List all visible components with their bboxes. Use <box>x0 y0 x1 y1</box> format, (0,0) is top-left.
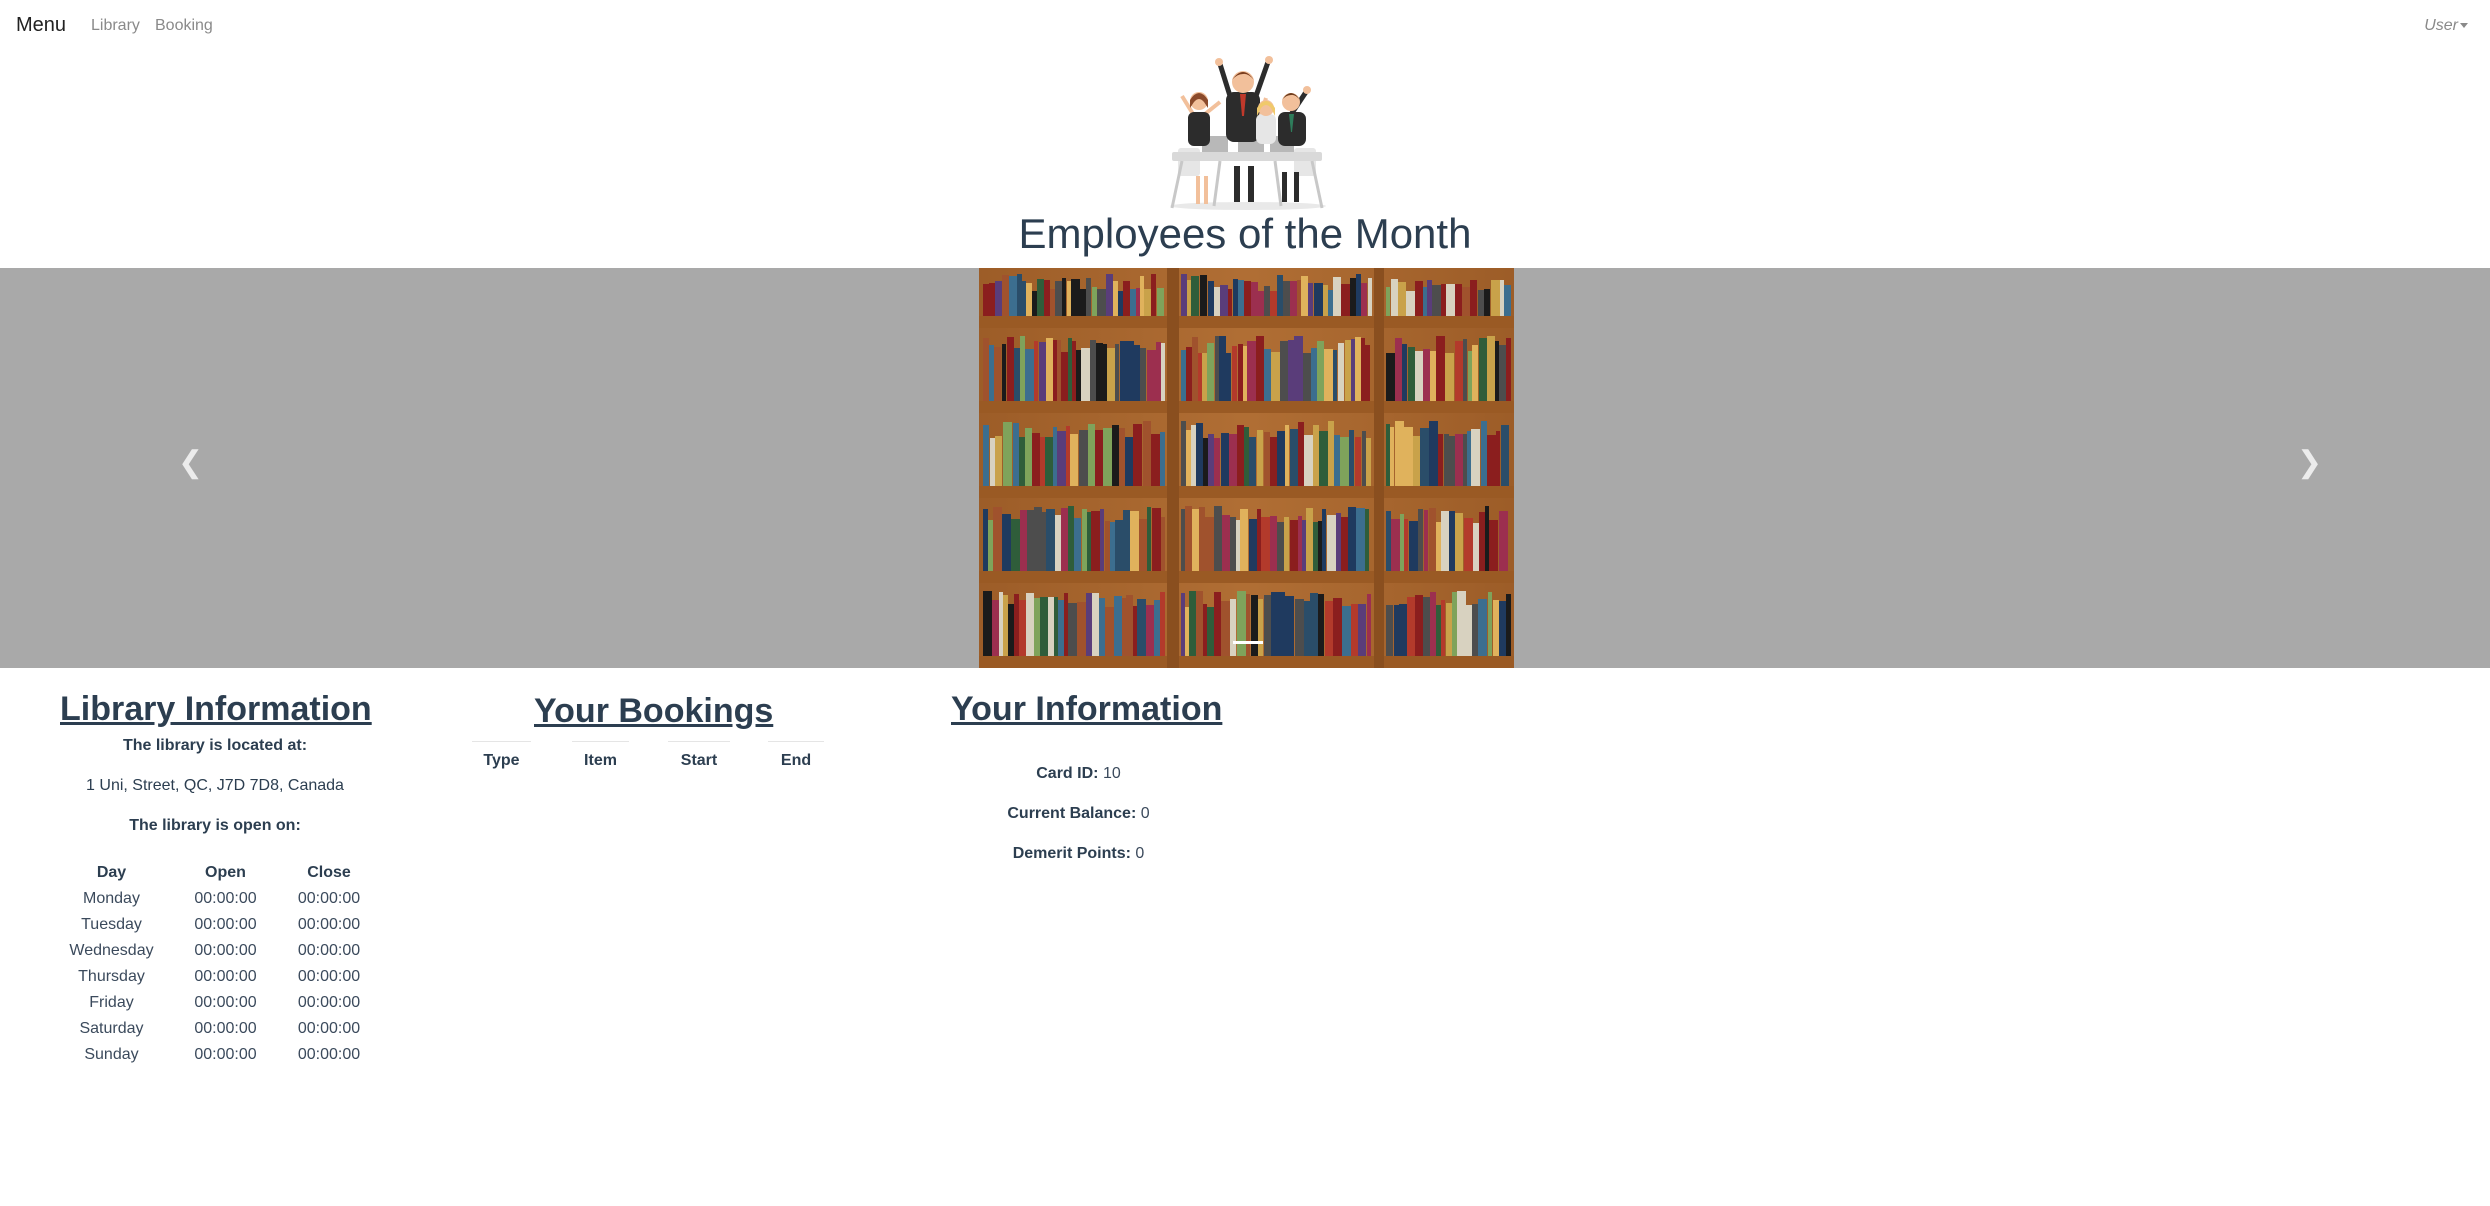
divider <box>768 741 824 742</box>
chevron-left-icon: ❮ <box>178 446 204 479</box>
caret-down-icon <box>2460 23 2468 29</box>
day-cell: Saturday <box>79 1020 144 1037</box>
card-id-value: 10 <box>1102 765 1121 782</box>
library-information-title: Library Information <box>60 690 372 728</box>
your-bookings-title: Your Bookings <box>534 692 774 730</box>
card-id-row: Card ID: 10 <box>951 765 1206 783</box>
your-information-title: Your Information <box>951 690 1223 728</box>
nav-link-booking[interactable]: Booking <box>155 17 213 35</box>
library-address: 1 Uni, Street, QC, J7D 7D8, Canada <box>86 777 344 794</box>
location-label: The library is located at: <box>122 737 308 754</box>
divider <box>572 741 629 742</box>
user-dropdown-label: User <box>2424 17 2458 34</box>
day-cell: Thursday <box>78 968 145 985</box>
table-row: Friday 00:00:00 00:00:00 <box>66 990 364 1016</box>
close-cell: 00:00:00 <box>297 1046 361 1063</box>
divider <box>472 741 531 742</box>
opening-label: The library is open on: <box>129 817 301 834</box>
open-cell: 00:00:00 <box>194 1046 257 1063</box>
close-cell: 00:00:00 <box>297 916 361 933</box>
user-dropdown[interactable]: User <box>2424 17 2468 35</box>
close-cell: 00:00:00 <box>297 1020 361 1037</box>
current-balance-label: Current Balance: <box>1007 805 1137 822</box>
close-cell: 00:00:00 <box>297 968 361 985</box>
day-cell: Tuesday <box>81 916 142 933</box>
close-cell: 00:00:00 <box>297 942 361 959</box>
day-cell: Wednesday <box>69 942 154 959</box>
library-information-section: Library Information The library is locat… <box>60 690 372 835</box>
table-row: Saturday 00:00:00 00:00:00 <box>66 1016 364 1042</box>
open-cell: 00:00:00 <box>194 890 257 907</box>
column-header-close: Close <box>307 864 351 881</box>
column-header-item: Item <box>584 752 617 769</box>
nav-link-library[interactable]: Library <box>91 17 140 35</box>
carousel-prev-button[interactable]: ❮ <box>178 448 203 478</box>
carousel-indicator[interactable] <box>1233 641 1263 644</box>
page-title: Employees of the Month <box>1018 210 1472 257</box>
table-row: Monday 00:00:00 00:00:00 <box>66 886 364 912</box>
celebrating-employees-illustration <box>1170 56 1326 210</box>
open-cell: 00:00:00 <box>194 942 257 959</box>
day-cell: Sunday <box>84 1046 139 1063</box>
image-carousel: ❮ ❯ <box>0 268 2490 668</box>
table-row: Wednesday 00:00:00 00:00:00 <box>66 938 364 964</box>
chevron-right-icon: ❯ <box>2297 446 2323 479</box>
table-row: Tuesday 00:00:00 00:00:00 <box>66 912 364 938</box>
table-header-row: Day Open Close <box>66 860 364 886</box>
carousel-next-button[interactable]: ❯ <box>2297 448 2322 478</box>
divider <box>668 741 730 742</box>
day-cell: Monday <box>83 890 140 907</box>
day-cell: Friday <box>89 994 134 1011</box>
current-balance-row: Current Balance: 0 <box>951 805 1206 823</box>
column-header-type: Type <box>483 752 520 769</box>
demerit-points-row: Demerit Points: 0 <box>951 845 1206 863</box>
open-cell: 00:00:00 <box>194 916 257 933</box>
demerit-points-label: Demerit Points: <box>1012 845 1131 862</box>
open-cell: 00:00:00 <box>194 1020 257 1037</box>
top-navbar: Menu Library Booking User <box>0 0 2490 55</box>
column-header-start: Start <box>680 752 718 769</box>
column-header-day: Day <box>96 864 127 881</box>
menu-brand[interactable]: Menu <box>16 14 66 37</box>
column-header-end: End <box>780 752 812 769</box>
close-cell: 00:00:00 <box>297 890 361 907</box>
table-row: Thursday 00:00:00 00:00:00 <box>66 964 364 990</box>
library-bookshelves-photo <box>979 268 1514 668</box>
current-balance-value: 0 <box>1140 805 1150 822</box>
demerit-points-value: 0 <box>1135 845 1145 862</box>
open-cell: 00:00:00 <box>194 994 257 1011</box>
close-cell: 00:00:00 <box>297 994 361 1011</box>
open-cell: 00:00:00 <box>194 968 257 985</box>
card-id-label: Card ID: <box>1036 765 1099 782</box>
opening-hours-table: Day Open Close Monday 00:00:00 00:00:00 Tu… <box>66 860 364 1068</box>
column-header-open: Open <box>205 864 246 881</box>
table-row: Sunday 00:00:00 00:00:00 <box>66 1042 364 1068</box>
